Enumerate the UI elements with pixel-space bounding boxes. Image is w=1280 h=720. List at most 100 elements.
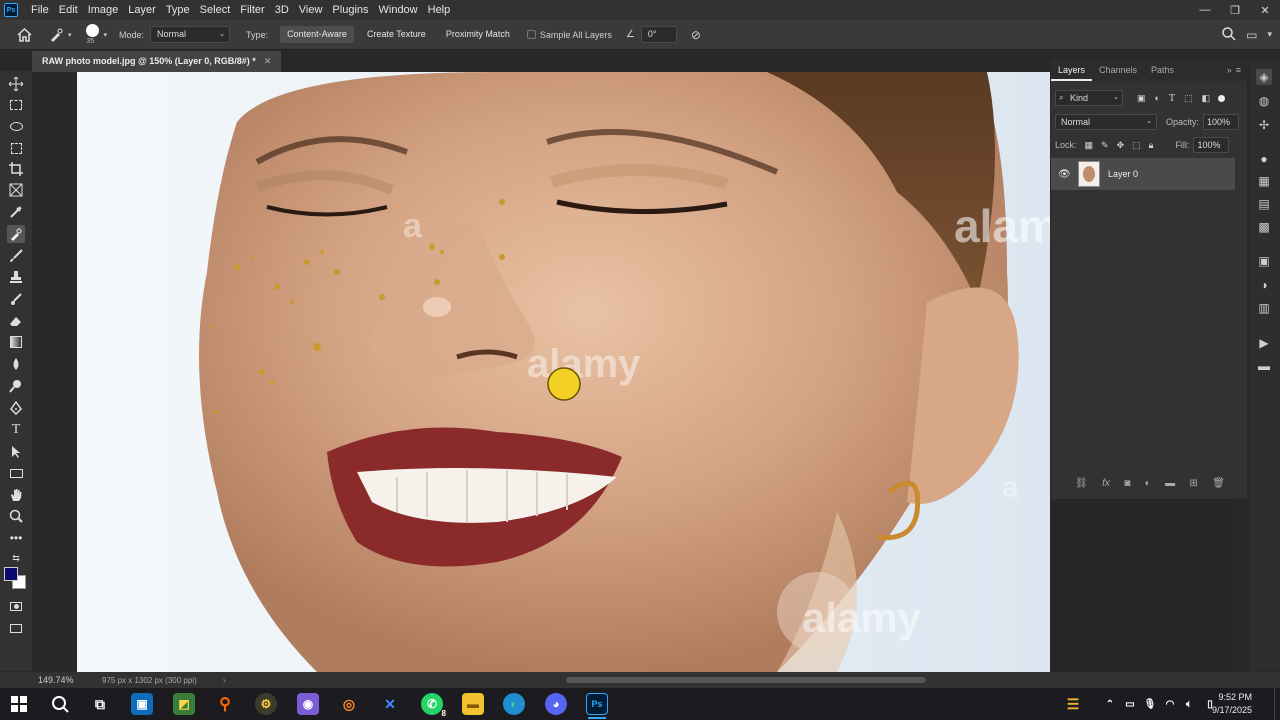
brush-size-picker[interactable]: 35 bbox=[84, 22, 100, 48]
more-tools-icon[interactable]: ••• bbox=[7, 529, 25, 547]
lock-transparent-icon[interactable]: ▦ bbox=[1085, 140, 1094, 151]
filter-adjustment-icon[interactable]: ◐ bbox=[1155, 93, 1160, 103]
panel-collapse-icon[interactable]: » bbox=[1227, 65, 1232, 75]
type-tool-icon[interactable]: T bbox=[7, 421, 25, 439]
proximity-match-button[interactable]: Proximity Match bbox=[439, 26, 517, 43]
rectangle-tool-icon[interactable] bbox=[7, 464, 25, 482]
layers-panel-icon[interactable]: ◈ bbox=[1256, 69, 1272, 85]
filter-shape-icon[interactable]: ⬚ bbox=[1184, 93, 1193, 104]
lock-artboard-icon[interactable]: ⬚ bbox=[1132, 140, 1141, 151]
search-icon[interactable] bbox=[49, 693, 71, 715]
menu-select[interactable]: Select bbox=[195, 4, 236, 16]
search-app-icon[interactable]: ⚲ bbox=[214, 693, 236, 715]
tab-paths[interactable]: Paths bbox=[1144, 65, 1181, 75]
eye-icon[interactable]: 👁︎ bbox=[1058, 169, 1071, 180]
adjustment-layer-icon[interactable]: ◐ bbox=[1145, 478, 1151, 489]
gradient-tool-icon[interactable] bbox=[7, 333, 25, 351]
comments-icon[interactable]: ▬ bbox=[1256, 358, 1272, 374]
close-tab-icon[interactable]: ✕ bbox=[264, 56, 272, 66]
menu-plugins[interactable]: Plugins bbox=[327, 4, 373, 16]
chevron-down-icon[interactable]: ▾ bbox=[104, 31, 108, 39]
spot-healing-brush-icon[interactable] bbox=[48, 27, 64, 43]
path-selection-tool-icon[interactable] bbox=[7, 443, 25, 461]
crop-tool-icon[interactable] bbox=[7, 160, 25, 178]
libraries-icon[interactable]: ▣ bbox=[1256, 253, 1272, 269]
move-tool-icon[interactable] bbox=[7, 75, 25, 93]
panel-menu-icon[interactable]: ≡ bbox=[1236, 65, 1241, 75]
task-view-icon[interactable]: ⧉ bbox=[89, 693, 111, 715]
fill-field[interactable]: 100% bbox=[1193, 137, 1230, 153]
media-app-icon[interactable]: ◉ bbox=[297, 693, 319, 715]
menu-view[interactable]: View bbox=[294, 4, 328, 16]
paths-icon[interactable]: ✢ bbox=[1256, 117, 1272, 133]
angle-field[interactable]: 0° bbox=[640, 26, 677, 43]
layer-row[interactable]: 👁︎ Layer 0 bbox=[1051, 158, 1235, 190]
maps-app-icon[interactable]: ◩ bbox=[173, 693, 195, 715]
battery-icon[interactable]: ▭ bbox=[1119, 693, 1141, 715]
menu-image[interactable]: Image bbox=[83, 4, 124, 16]
whatsapp-icon[interactable]: ✆ 8 bbox=[421, 693, 448, 718]
lock-position-icon[interactable]: ✥ bbox=[1117, 140, 1125, 151]
menu-3d[interactable]: 3D bbox=[270, 4, 294, 16]
windows-start-icon[interactable] bbox=[8, 693, 30, 715]
file-explorer-icon[interactable]: ▬ bbox=[462, 693, 484, 715]
layer-style-icon[interactable]: fx bbox=[1102, 478, 1110, 489]
new-layer-icon[interactable]: ⊞ bbox=[1189, 478, 1197, 489]
horizontal-scrollbar[interactable] bbox=[565, 677, 926, 683]
search-icon[interactable] bbox=[1222, 26, 1236, 43]
content-aware-button[interactable]: Content-Aware bbox=[280, 26, 354, 43]
add-mask-icon[interactable]: ◙ bbox=[1124, 478, 1130, 489]
link-layers-icon[interactable]: ⛓︎ bbox=[1075, 478, 1088, 489]
dodge-tool-icon[interactable] bbox=[7, 377, 25, 395]
document-image[interactable]: alamy alamy alamy a a bbox=[77, 72, 1050, 672]
workspace-icon[interactable]: ▭ bbox=[1246, 28, 1257, 42]
swap-colors-icon[interactable]: ⇆ bbox=[7, 549, 25, 567]
color-icon[interactable]: ● bbox=[1256, 151, 1272, 167]
foreground-color-swatch[interactable] bbox=[4, 567, 18, 581]
menu-file[interactable]: File bbox=[26, 4, 54, 16]
zoom-level[interactable]: 149.74% bbox=[38, 675, 76, 685]
status-expand-icon[interactable]: › bbox=[223, 675, 226, 685]
show-desktop-button[interactable] bbox=[1274, 688, 1280, 720]
close-icon[interactable]: ✕ bbox=[1250, 4, 1280, 17]
chat-app-icon[interactable]: ◕ bbox=[545, 693, 567, 715]
filter-toggle-icon[interactable] bbox=[1218, 94, 1226, 102]
microphone-icon[interactable]: 🎙︎ bbox=[1139, 693, 1161, 715]
clone-stamp-tool-icon[interactable] bbox=[7, 268, 25, 286]
frame-tool-icon[interactable] bbox=[7, 181, 25, 199]
menu-window[interactable]: Window bbox=[374, 4, 423, 16]
object-selection-tool-icon[interactable] bbox=[7, 139, 25, 157]
menu-edit[interactable]: Edit bbox=[54, 4, 83, 16]
properties-icon[interactable]: ◑ bbox=[1256, 277, 1272, 293]
pen-tool-icon[interactable] bbox=[7, 399, 25, 417]
lock-all-icon[interactable]: 🔒︎ bbox=[1149, 140, 1154, 151]
marquee-tool-icon[interactable] bbox=[7, 96, 25, 114]
brush-tool-icon[interactable] bbox=[7, 247, 25, 265]
filter-kind-select[interactable]: ⌕ Kind ⌄ bbox=[1055, 90, 1123, 106]
eraser-tool-icon[interactable] bbox=[7, 312, 25, 330]
gradients-icon[interactable]: ▤ bbox=[1256, 196, 1272, 212]
adjustments-icon[interactable]: ◍ bbox=[1256, 93, 1272, 109]
history-icon[interactable]: ▥ bbox=[1256, 300, 1272, 316]
menu-filter[interactable]: Filter bbox=[235, 4, 269, 16]
share-icon[interactable]: ▾ bbox=[1267, 29, 1272, 40]
menu-help[interactable]: Help bbox=[423, 4, 456, 16]
lasso-tool-icon[interactable] bbox=[7, 117, 25, 135]
filter-pixel-icon[interactable]: ▣ bbox=[1137, 93, 1146, 104]
new-group-icon[interactable]: ▬ bbox=[1165, 478, 1175, 489]
restore-icon[interactable]: ❐ bbox=[1220, 4, 1250, 17]
minimize-icon[interactable]: — bbox=[1190, 4, 1220, 17]
tab-layers[interactable]: Layers bbox=[1051, 59, 1093, 81]
blender-icon[interactable]: ◎ bbox=[338, 693, 360, 715]
document-tab[interactable]: RAW photo model.jpg @ 150% (Layer 0, RGB… bbox=[32, 51, 282, 72]
menu-type[interactable]: Type bbox=[161, 4, 195, 16]
filter-smart-object-icon[interactable]: ◧ bbox=[1202, 93, 1211, 104]
swatches-icon[interactable]: ▦ bbox=[1256, 173, 1272, 189]
tray-chevron-icon[interactable]: ⌃ bbox=[1099, 693, 1121, 715]
home-icon[interactable] bbox=[16, 27, 32, 43]
mode-select[interactable]: Normal ⌄ bbox=[150, 26, 231, 43]
pressure-size-icon[interactable]: ⊘ bbox=[691, 28, 701, 42]
volume-icon[interactable]: 🔈︎ bbox=[1178, 693, 1200, 715]
store-icon[interactable]: ▣ bbox=[131, 693, 153, 715]
actions-icon[interactable]: ▶ bbox=[1256, 335, 1272, 351]
